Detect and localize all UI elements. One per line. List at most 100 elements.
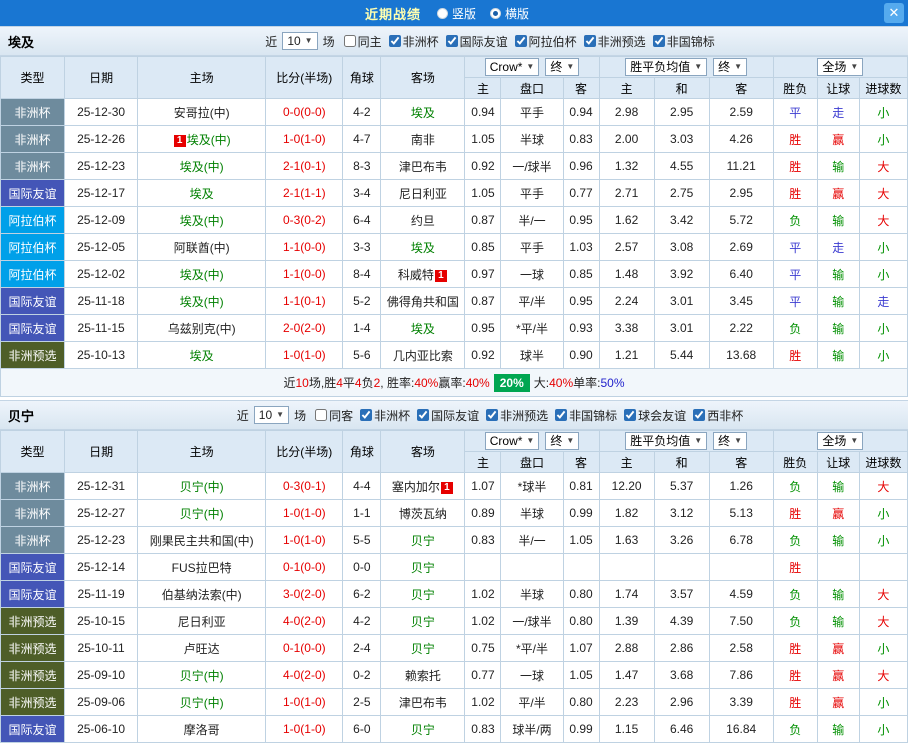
sub-column-header: 客 [708,77,774,99]
league-checkbox-1[interactable]: 国际友谊 [417,407,479,424]
sub-column-header: 胜负 [772,451,818,473]
result-cell: 胜 [772,553,818,581]
handicap-result-cell: 赢 [816,661,860,689]
close-button[interactable]: ✕ [884,3,904,23]
league-checkbox-0[interactable]: 非洲杯 [388,33,439,50]
league-checkbox-5[interactable]: 西非杯 [693,407,743,424]
handicap-result-cell: 走 [816,98,860,126]
home-team-cell: 刚果民主共和国(中) [137,526,267,554]
away-team-cell: 贝宁 [380,607,466,635]
home-team-cell: 伯基纳法索(中) [137,580,267,608]
match-type-badge: 阿拉伯杯 [0,260,66,288]
team-label: 贝宁 [410,641,435,656]
league-checkbox-1-input[interactable] [445,35,458,47]
same-venue-checkbox-input[interactable] [343,35,356,47]
league-checkbox-0-input[interactable] [388,35,401,47]
goals-result-cell: 走 [858,287,908,315]
chevron-down-icon: ▼ [850,62,859,71]
scope-select[interactable]: 全场 ▼ [817,432,864,450]
score-cell: 0-1(0-0) [265,634,344,662]
summary-segment: 赢率: [438,375,466,390]
match-date: 25-12-14 [64,553,139,581]
avg-final-select[interactable]: 终 ▼ [713,432,748,450]
league-checkbox-1-label: 国际友谊 [431,408,480,423]
result-cell: 负 [772,715,818,743]
home-team-cell: 埃及(中) [137,260,267,288]
corner-cell: 0-0 [342,553,382,581]
league-checkbox-3-input[interactable] [555,409,568,421]
same-venue-checkbox[interactable]: 同主 [343,33,382,50]
league-checkbox-3[interactable]: 非国锦标 [555,407,617,424]
team-label: 佛得角共和国 [386,294,459,309]
team-label: 埃及 [189,348,214,363]
match-row: 国际友谊 25-12-17 埃及 2-1(1-1) 3-4 尼日利亚 1.05 平手 0.77 2… [0,179,908,207]
avg-away-cell: 7.50 [708,607,774,635]
league-checkbox-4-input[interactable] [624,409,637,421]
sub-column-header: 和 [653,77,710,99]
league-checkbox-4-input[interactable] [652,35,665,47]
away-team-cell: 几内亚比索 [380,341,466,369]
match-type-badge: 阿拉伯杯 [0,233,66,261]
bookmaker-select[interactable]: Crow* ▼ [484,432,540,450]
avg-select[interactable]: 胜平负均值 ▼ [625,58,708,76]
league-checkbox-2[interactable]: 非洲预选 [486,407,548,424]
avg-away-cell: 13.68 [708,341,774,369]
avg-away-cell: 2.58 [708,634,774,662]
league-checkbox-0-input[interactable] [360,409,373,421]
odds-away-cell: 0.99 [562,499,600,527]
avg-final-select[interactable]: 终 ▼ [713,58,748,76]
red-card-badge: 1 [440,481,453,494]
league-checkbox-0[interactable]: 非洲杯 [360,407,410,424]
avg-home-cell: 12.20 [598,472,655,500]
recent-count-select[interactable]: 10 ▼ [282,32,318,50]
handicap-cell: 平手 [500,179,564,207]
league-checkbox-3-label: 非国锦标 [569,408,618,423]
handicap-result-cell: 输 [816,314,860,342]
handicap-result-cell: 输 [816,341,860,369]
avg-away-cell: 3.45 [708,287,774,315]
team-label: 科威特 [397,267,434,282]
sub-column-header: 进球数 [858,451,908,473]
match-type-badge: 非洲杯 [0,125,66,153]
scope-select[interactable]: 全场 ▼ [817,58,864,76]
odds-final-select[interactable]: 终 ▼ [545,432,580,450]
column-header: 类型 [0,56,66,99]
same-venue-checkbox[interactable]: 同客 [315,407,353,424]
odds-final-select[interactable]: 终 ▼ [545,58,580,76]
odds-home-cell: 0.95 [464,314,502,342]
league-checkbox-5-input[interactable] [693,409,706,421]
league-checkbox-1-label: 国际友谊 [459,34,508,49]
home-team-cell: 尼日利亚 [137,607,267,635]
match-type-badge: 非洲预选 [0,661,66,689]
corner-cell: 6-4 [342,206,382,234]
league-checkbox-1-input[interactable] [417,409,430,421]
league-checkbox-2-input[interactable] [486,409,499,421]
summary-segment: 负 [361,375,374,390]
handicap-result-cell: 输 [816,260,860,288]
recent-count-select[interactable]: 10 ▼ [253,406,290,424]
match-row: 国际友谊 25-11-18 埃及(中) 1-1(0-1) 5-2 佛得角共和国 0.87 平/… [0,287,908,315]
league-checkbox-2[interactable]: 阿拉伯杯 [514,33,577,50]
league-checkbox-4[interactable]: 球会友谊 [624,407,686,424]
league-checkbox-2-input[interactable] [514,35,527,47]
league-checkbox-3[interactable]: 非洲预选 [583,33,646,50]
same-venue-checkbox-input[interactable] [315,409,328,421]
sub-column-header: 盘口 [500,77,564,99]
match-date: 25-12-09 [64,206,139,234]
avg-draw-cell: 3.08 [653,233,710,261]
avg-select[interactable]: 胜平负均值 ▼ [625,432,708,450]
layout-vertical-radio[interactable]: 竖版 [436,5,476,22]
result-cell: 胜 [772,341,818,369]
avg-away-cell: 2.95 [708,179,774,207]
league-checkbox-3-input[interactable] [583,35,596,47]
layout-horizontal-radio[interactable]: 横版 [490,5,529,22]
away-team-cell: 津巴布韦 [380,688,466,716]
league-checkbox-1[interactable]: 国际友谊 [445,33,508,50]
team-label: 几内亚比索 [392,348,453,363]
odds-home-cell: 0.75 [464,634,502,662]
odds-away-cell [562,553,600,581]
bookmaker-select[interactable]: Crow* ▼ [484,58,540,76]
league-checkbox-4[interactable]: 非国锦标 [652,33,715,50]
radio-checked-icon [490,7,501,19]
summary-segment: 20% [493,373,530,392]
